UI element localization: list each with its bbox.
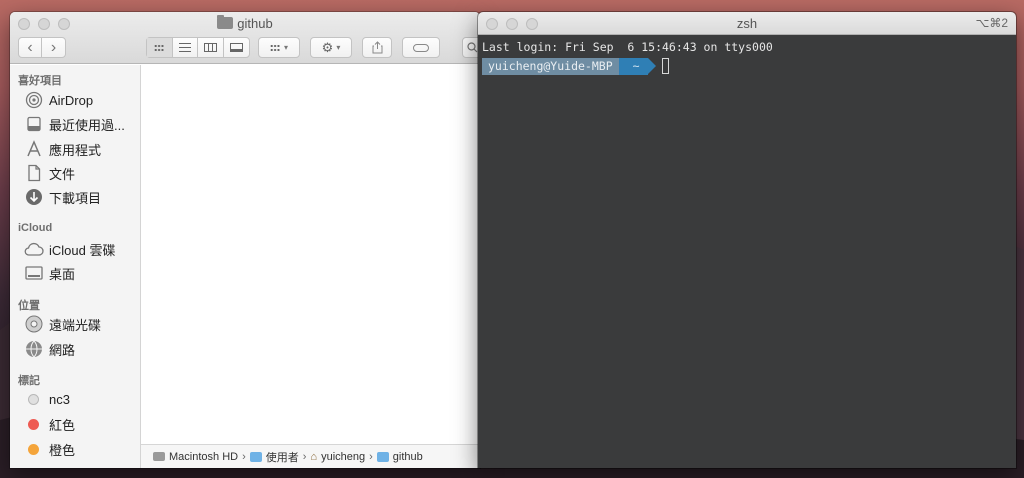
share-button[interactable] <box>362 37 392 58</box>
sidebar-item-label: iCloud 雲碟 <box>49 242 116 258</box>
sidebar-heading-tags: 標記 <box>18 375 40 387</box>
chevron-down-icon: ▾ <box>283 43 288 52</box>
sidebar-heading-favorites: 喜好項目 <box>18 75 62 87</box>
chevron-down-icon: ▾ <box>336 43 341 52</box>
sidebar-item-label: nc3 <box>49 391 70 407</box>
finder-titlebar: github ‹ › ▾ ⚙ ▾ <box>10 12 480 64</box>
icon-view-button[interactable] <box>147 38 173 57</box>
sidebar-item-label: 下載項目 <box>49 190 102 206</box>
path-segment-label: 使用者 <box>265 451 299 464</box>
sidebar-item-remote-disc[interactable]: 遠端光碟 <box>24 313 101 335</box>
sidebar: 喜好項目 AirDrop 最近使用過... 應用程式 文件 下載項目 iClou… <box>10 65 141 468</box>
desktop-icon <box>24 264 44 282</box>
text-cursor <box>661 58 669 74</box>
window-shortcut: ⌥⌘2 <box>975 16 1008 30</box>
path-separator: › <box>242 450 246 463</box>
sidebar-item-recents[interactable]: 最近使用過... <box>24 113 125 135</box>
icloud-icon <box>24 240 44 258</box>
finder-window: github ‹ › ▾ ⚙ ▾ 喜好項目 AirDrop 最近使用過... 應… <box>10 12 480 468</box>
gear-icon: ⚙ <box>321 39 334 55</box>
tag-icon <box>413 43 429 52</box>
group-by-button[interactable]: ▾ <box>258 37 300 58</box>
path-segment-home[interactable]: ⌂ yuicheng <box>310 451 365 463</box>
sidebar-item-label: 網路 <box>49 342 76 358</box>
group-icon <box>269 43 280 52</box>
last-login-line: Last login: Fri Sep 6 15:46:43 on ttys00… <box>482 40 773 54</box>
applications-icon <box>24 140 44 158</box>
list-icon <box>178 43 191 52</box>
home-icon: ⌂ <box>310 450 318 463</box>
nav-buttons: ‹ › <box>18 37 66 58</box>
path-segment-label: github <box>392 450 423 463</box>
forward-button[interactable]: › <box>42 38 65 57</box>
sidebar-item-label: 桌面 <box>49 266 76 282</box>
sidebar-item-label: 橙色 <box>49 442 76 458</box>
prompt-user-segment: yuicheng@Yuide-MBP <box>482 57 627 75</box>
path-segment-disk[interactable]: Macintosh HD <box>153 451 238 463</box>
documents-icon <box>24 164 44 182</box>
folder-icon <box>217 15 234 29</box>
disc-icon <box>24 315 44 333</box>
downloads-icon <box>24 188 44 206</box>
file-list-area[interactable] <box>141 65 480 444</box>
sidebar-item-label: 紅色 <box>49 417 76 433</box>
action-button[interactable]: ⚙ ▾ <box>310 37 352 58</box>
sidebar-heading-locations: 位置 <box>18 300 40 312</box>
sidebar-item-label: 應用程式 <box>49 142 102 158</box>
sidebar-item-network[interactable]: 網路 <box>24 338 75 360</box>
sidebar-item-documents[interactable]: 文件 <box>24 162 75 184</box>
sidebar-item-label: 文件 <box>49 166 76 182</box>
sidebar-item-icloud-drive[interactable]: iCloud 雲碟 <box>24 238 115 260</box>
sidebar-item-airdrop[interactable]: AirDrop <box>24 89 93 111</box>
recents-icon <box>24 115 44 133</box>
sidebar-item-label: 遠端光碟 <box>49 317 102 333</box>
sidebar-item-tag-nc3[interactable]: nc3 <box>24 388 70 410</box>
search-icon <box>467 42 478 53</box>
sidebar-item-tag-orange[interactable]: 橙色 <box>24 438 75 460</box>
network-icon <box>24 340 44 358</box>
path-segment-label: yuicheng <box>321 450 366 463</box>
sidebar-item-tag-red[interactable]: 紅色 <box>24 413 75 435</box>
gallery-view-button[interactable] <box>224 38 249 57</box>
path-segment-users[interactable]: 使用者 <box>249 449 299 465</box>
airdrop-icon <box>24 91 44 109</box>
path-bar: Macintosh HD › 使用者 › ⌂ yuicheng › github <box>141 444 480 468</box>
list-view-button[interactable] <box>173 38 198 57</box>
path-separator: › <box>369 450 373 463</box>
tags-button[interactable] <box>402 37 440 58</box>
folder-icon <box>376 451 389 462</box>
terminal-output[interactable]: Last login: Fri Sep 6 15:46:43 on ttys00… <box>478 35 1016 468</box>
columns-icon <box>203 43 217 52</box>
sidebar-item-label: AirDrop <box>49 92 94 108</box>
sidebar-item-applications[interactable]: 應用程式 <box>24 138 101 160</box>
view-mode-control <box>146 37 250 58</box>
path-separator: › <box>302 450 307 463</box>
path-segment-label: Macintosh HD <box>169 450 239 463</box>
tag-color-dot <box>28 443 39 455</box>
back-button[interactable]: ‹ <box>19 38 43 57</box>
prompt-line: yuicheng@Yuide-MBP ~ <box>482 57 1012 75</box>
path-segment-github[interactable]: github <box>376 450 423 463</box>
users-folder-icon <box>249 451 262 462</box>
window-title: github <box>10 15 480 31</box>
column-view-button[interactable] <box>198 38 224 57</box>
gallery-icon <box>229 43 243 52</box>
tag-color-dot <box>28 393 39 405</box>
grid-icon <box>154 43 165 52</box>
hard-drive-icon <box>153 452 165 461</box>
sidebar-heading-icloud: iCloud <box>18 222 53 234</box>
sidebar-item-label: 最近使用過... <box>49 117 125 133</box>
terminal-window: zsh ⌥⌘2 Last login: Fri Sep 6 15:46:43 o… <box>478 12 1016 468</box>
sidebar-item-downloads[interactable]: 下載項目 <box>24 186 101 208</box>
terminal-titlebar: zsh ⌥⌘2 <box>478 12 1016 35</box>
tag-color-dot <box>28 418 39 430</box>
window-title: zsh <box>736 16 758 31</box>
prompt-directory-segment: ~ <box>618 57 656 75</box>
share-icon <box>372 41 382 54</box>
sidebar-item-desktop[interactable]: 桌面 <box>24 262 75 284</box>
